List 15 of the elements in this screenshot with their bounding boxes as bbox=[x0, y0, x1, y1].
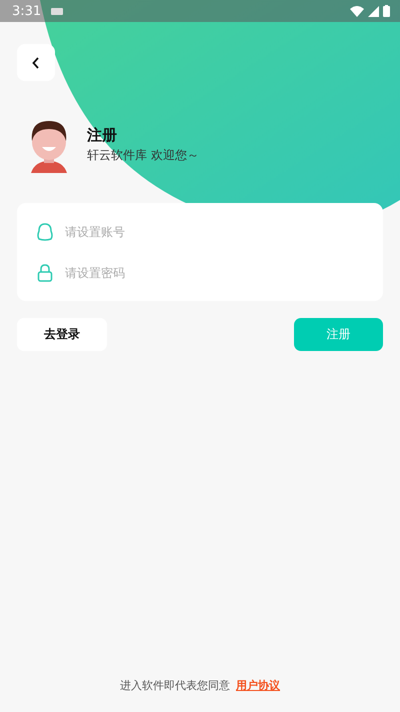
input-field[interactable]: 请设置账号 bbox=[65, 220, 363, 242]
user-icon bbox=[37, 222, 53, 240]
agreement-text: 进入软件即代表您同意 bbox=[120, 678, 230, 693]
back-icon bbox=[32, 56, 40, 68]
signal-icon bbox=[368, 6, 379, 16]
battery-icon bbox=[383, 5, 390, 17]
input-field[interactable]: 请设置密码 bbox=[65, 262, 363, 284]
lock-icon bbox=[37, 264, 53, 282]
page-title: 注册 bbox=[87, 126, 118, 145]
wifi-icon bbox=[350, 6, 364, 16]
login-button[interactable]: 去登录 bbox=[17, 318, 107, 351]
register-button[interactable]: 注册 bbox=[294, 318, 383, 351]
back-button[interactable] bbox=[17, 44, 55, 81]
user-agreement-link[interactable]: 用户协议 bbox=[236, 678, 280, 693]
status-time: 3:31 bbox=[12, 4, 42, 18]
